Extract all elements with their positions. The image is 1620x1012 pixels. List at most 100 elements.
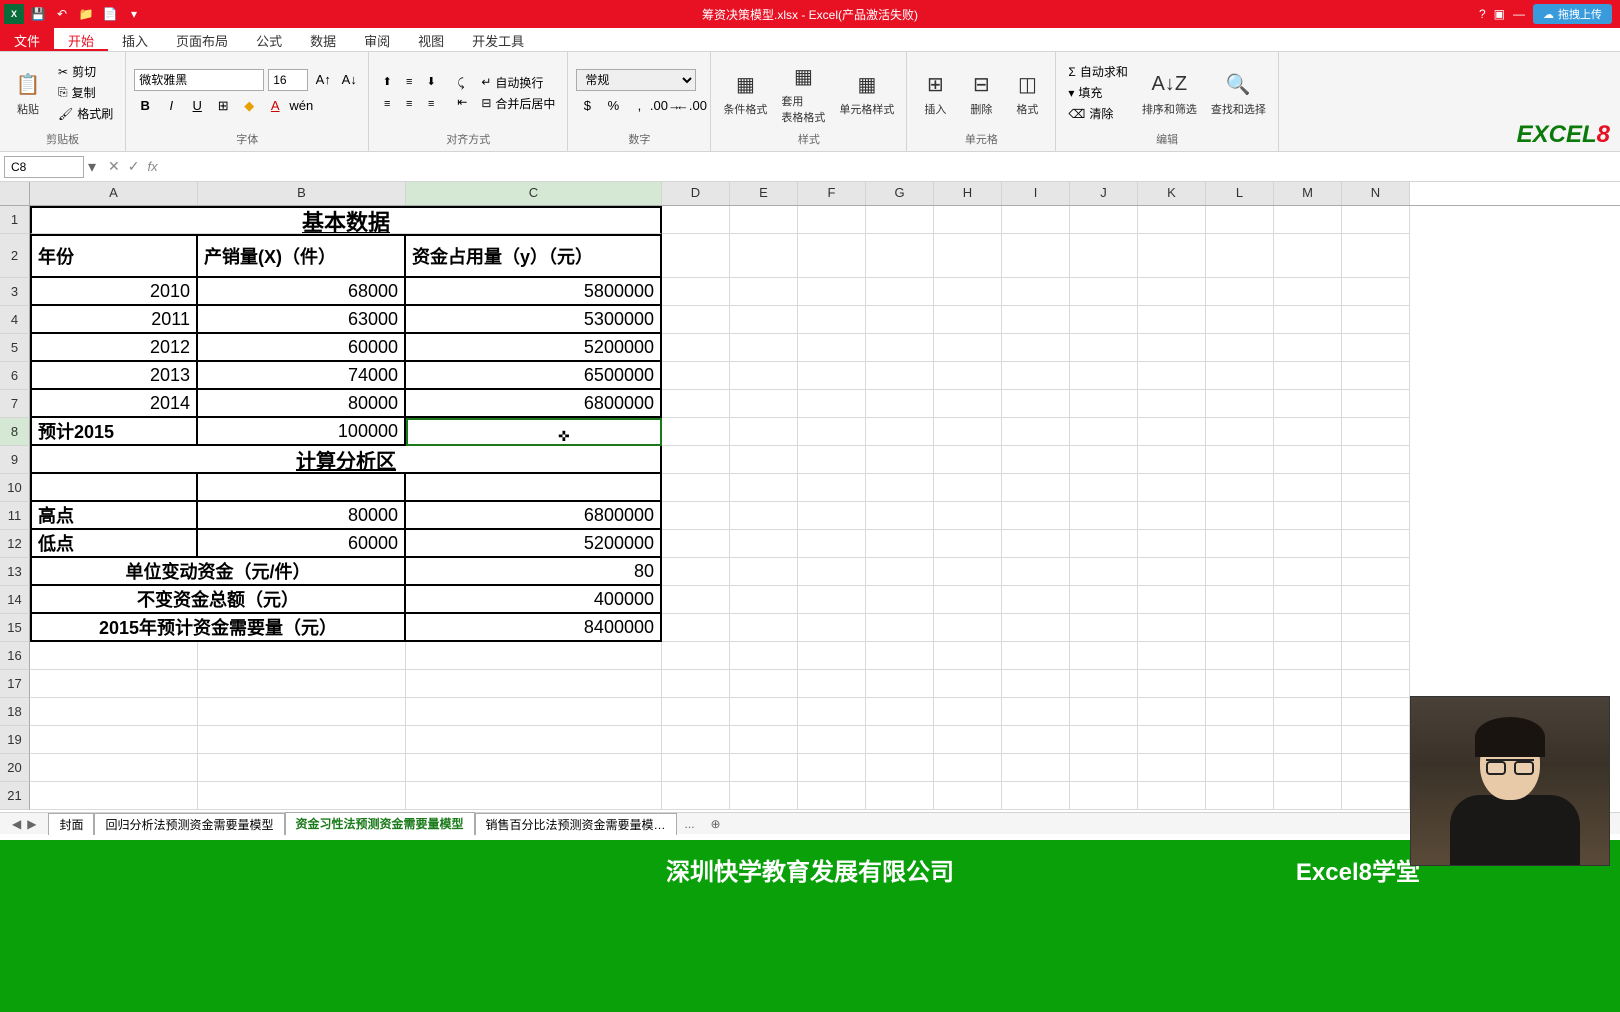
insert-cells-button[interactable]: ⊞插入 bbox=[915, 67, 955, 119]
tab-dev[interactable]: 开发工具 bbox=[458, 28, 538, 51]
cell-c5[interactable]: 5200000 bbox=[406, 334, 662, 362]
confirm-formula-icon[interactable]: ✓ bbox=[128, 158, 140, 175]
cell-b12[interactable]: 60000 bbox=[198, 530, 406, 558]
row-header-8[interactable]: 8 bbox=[0, 418, 30, 446]
cell-styles-button[interactable]: ▦单元格样式 bbox=[835, 67, 898, 119]
cell-d1[interactable] bbox=[662, 206, 730, 234]
clear-button[interactable]: ⌫清除 bbox=[1064, 104, 1131, 123]
table-format-button[interactable]: ▦套用 表格格式 bbox=[777, 59, 829, 127]
cell-a6[interactable]: 2013 bbox=[30, 362, 198, 390]
row-header-16[interactable]: 16 bbox=[0, 642, 30, 670]
col-header-e[interactable]: E bbox=[730, 182, 798, 205]
cell-a14[interactable]: 不变资金总额（元） bbox=[30, 586, 406, 614]
name-box[interactable]: C8 bbox=[4, 156, 84, 178]
cut-button[interactable]: ✂剪切 bbox=[54, 62, 117, 81]
find-select-button[interactable]: 🔍查找和选择 bbox=[1207, 67, 1270, 119]
cell-a3[interactable]: 2010 bbox=[30, 278, 198, 306]
border-button[interactable]: ⊞ bbox=[212, 95, 234, 117]
cell-c4[interactable]: 5300000 bbox=[406, 306, 662, 334]
fill-color-button[interactable]: ◆ bbox=[238, 95, 260, 117]
col-header-h[interactable]: H bbox=[934, 182, 1002, 205]
row-header-17[interactable]: 17 bbox=[0, 670, 30, 698]
cell-b4[interactable]: 63000 bbox=[198, 306, 406, 334]
cell-b7[interactable]: 80000 bbox=[198, 390, 406, 418]
undo-icon[interactable]: ↶ bbox=[52, 4, 72, 24]
cell-c15[interactable]: 8400000 bbox=[406, 614, 662, 642]
row-header-12[interactable]: 12 bbox=[0, 530, 30, 558]
cell-b11[interactable]: 80000 bbox=[198, 502, 406, 530]
phonetic-button[interactable]: wén bbox=[290, 95, 312, 117]
cell-b2[interactable]: 产销量(X)（件） bbox=[198, 234, 406, 278]
row-header-3[interactable]: 3 bbox=[0, 278, 30, 306]
align-center-icon[interactable]: ≡ bbox=[399, 94, 419, 114]
delete-cells-button[interactable]: ⊟删除 bbox=[961, 67, 1001, 119]
increase-font-icon[interactable]: A↑ bbox=[312, 69, 334, 91]
row-header-6[interactable]: 6 bbox=[0, 362, 30, 390]
col-header-m[interactable]: M bbox=[1274, 182, 1342, 205]
col-header-n[interactable]: N bbox=[1342, 182, 1410, 205]
wrap-text-button[interactable]: ↵自动换行 bbox=[477, 73, 559, 92]
orientation-button[interactable]: ⤹ bbox=[453, 75, 471, 92]
align-bottom-icon[interactable]: ⬇ bbox=[421, 72, 441, 92]
cell-a15[interactable]: 2015年预计资金需要量（元） bbox=[30, 614, 406, 642]
row-header-13[interactable]: 13 bbox=[0, 558, 30, 586]
format-painter-button[interactable]: 🖌格式刷 bbox=[54, 104, 117, 123]
align-left-icon[interactable]: ≡ bbox=[377, 94, 397, 114]
tab-review[interactable]: 审阅 bbox=[350, 28, 404, 51]
cell-a4[interactable]: 2011 bbox=[30, 306, 198, 334]
merge-button[interactable]: ⊟合并后居中 bbox=[477, 94, 559, 113]
comma-button[interactable]: , bbox=[628, 95, 650, 117]
copy-button[interactable]: ⎘复制 bbox=[54, 83, 117, 102]
format-cells-button[interactable]: ◫格式 bbox=[1007, 67, 1047, 119]
tab-file[interactable]: 文件 bbox=[0, 28, 54, 51]
cell-b5[interactable]: 60000 bbox=[198, 334, 406, 362]
col-header-j[interactable]: J bbox=[1070, 182, 1138, 205]
percent-button[interactable]: % bbox=[602, 95, 624, 117]
minimize-icon[interactable]: — bbox=[1513, 7, 1525, 21]
sheet-add-button[interactable]: ⊕ bbox=[703, 817, 729, 831]
new-icon[interactable]: 📄 bbox=[100, 4, 120, 24]
italic-button[interactable]: I bbox=[160, 95, 182, 117]
cell-c8[interactable] bbox=[406, 418, 662, 446]
select-all-corner[interactable] bbox=[0, 182, 30, 205]
cell-c3[interactable]: 5800000 bbox=[406, 278, 662, 306]
row-header-10[interactable]: 10 bbox=[0, 474, 30, 502]
tab-layout[interactable]: 页面布局 bbox=[162, 28, 242, 51]
font-name-select[interactable] bbox=[134, 69, 264, 91]
cell-a7[interactable]: 2014 bbox=[30, 390, 198, 418]
currency-button[interactable]: $ bbox=[576, 95, 598, 117]
number-format-select[interactable]: 常规 bbox=[576, 69, 696, 91]
cell-c2[interactable]: 资金占用量（y）（元） bbox=[406, 234, 662, 278]
ribbon-toggle-icon[interactable]: ▣ bbox=[1494, 7, 1505, 21]
col-header-d[interactable]: D bbox=[662, 182, 730, 205]
cell-a8[interactable]: 预计2015 bbox=[30, 418, 198, 446]
row-header-14[interactable]: 14 bbox=[0, 586, 30, 614]
paste-button[interactable]: 📋 粘贴 bbox=[8, 67, 48, 119]
cell-a12[interactable]: 低点 bbox=[30, 530, 198, 558]
name-box-dropdown-icon[interactable]: ▾ bbox=[88, 157, 100, 177]
row-header-18[interactable]: 18 bbox=[0, 698, 30, 726]
tab-home[interactable]: 开始 bbox=[54, 28, 108, 51]
cancel-formula-icon[interactable]: ✕ bbox=[108, 158, 120, 175]
row-header-20[interactable]: 20 bbox=[0, 754, 30, 782]
cell-a10[interactable] bbox=[30, 474, 198, 502]
cell-c11[interactable]: 6800000 bbox=[406, 502, 662, 530]
cells-region[interactable]: 基本数据 年份 产销量(X)（件） 资金占用量（y）（元） 2010680005… bbox=[30, 206, 1620, 810]
bold-button[interactable]: B bbox=[134, 95, 156, 117]
sheet-tab-cover[interactable]: 封面 bbox=[48, 813, 94, 835]
save-icon[interactable]: 💾 bbox=[28, 4, 48, 24]
align-top-icon[interactable]: ⬆ bbox=[377, 72, 397, 92]
cell-a9[interactable]: 计算分析区 bbox=[30, 446, 662, 474]
sheet-tab-sales-pct[interactable]: 销售百分比法预测资金需要量模… bbox=[475, 813, 677, 835]
col-header-f[interactable]: F bbox=[798, 182, 866, 205]
row-header-7[interactable]: 7 bbox=[0, 390, 30, 418]
folder-icon[interactable]: 📁 bbox=[76, 4, 96, 24]
cell-c13[interactable]: 80 bbox=[406, 558, 662, 586]
cell-a1[interactable]: 基本数据 bbox=[30, 206, 662, 234]
align-middle-icon[interactable]: ≡ bbox=[399, 72, 419, 92]
autosum-button[interactable]: Σ自动求和 bbox=[1064, 62, 1131, 81]
col-header-a[interactable]: A bbox=[30, 182, 198, 205]
conditional-format-button[interactable]: ▦条件格式 bbox=[719, 67, 771, 119]
tab-data[interactable]: 数据 bbox=[296, 28, 350, 51]
cell-b3[interactable]: 68000 bbox=[198, 278, 406, 306]
